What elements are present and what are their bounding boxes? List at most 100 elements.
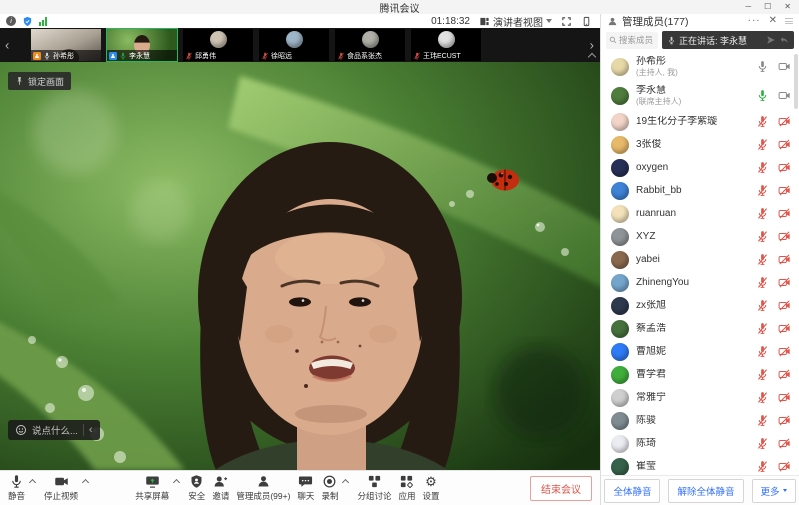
member-camera-status-icon[interactable] [778,161,791,174]
apps-button[interactable]: 应用 [398,474,415,502]
member-camera-status-icon[interactable] [778,207,791,220]
mute-all-button[interactable]: 全体静音 [604,479,660,503]
member-camera-status-icon[interactable] [778,299,791,312]
member-camera-status-icon[interactable] [778,437,791,450]
member-camera-status-icon[interactable] [778,322,791,335]
scrollbar-thumb[interactable] [794,54,798,109]
member-mic-status-icon[interactable] [756,161,769,174]
stop-video-button[interactable]: 停止视频 [44,474,78,502]
invite-button[interactable]: 邀请 [212,474,229,502]
maximize-icon[interactable]: ☐ [764,3,771,11]
member-mic-status-icon[interactable] [756,89,769,102]
participant-thumbnail[interactable]: 食品系张杰 [335,29,405,61]
settings-button[interactable]: ⚙ 设置 [422,474,439,502]
participant-thumbnail[interactable]: 邱勇伟 [183,29,253,61]
view-mode-selector[interactable]: 演讲者视图 [479,14,552,29]
caption-collapse-icon[interactable]: ‹ [89,425,93,436]
member-camera-status-icon[interactable] [778,184,791,197]
security-button[interactable]: 安全 [188,474,205,502]
panel-close-icon[interactable]: ✕ [769,16,777,26]
member-camera-status-icon[interactable] [778,345,791,358]
mute-button[interactable]: 静音 [8,474,25,502]
member-row[interactable]: oxygen [601,156,799,179]
device-switch-icon[interactable] [581,16,592,27]
meeting-info-icon[interactable]: i [6,16,16,26]
caption-input[interactable]: 说点什么... ‹ [8,420,100,440]
strip-collapse-icon[interactable] [588,53,596,61]
video-options-chevron[interactable] [82,479,89,486]
member-mic-status-icon[interactable] [756,138,769,151]
member-row[interactable]: zx张旭 [601,294,799,317]
share-screen-button[interactable]: 共享屏幕 [135,474,169,502]
member-row[interactable]: Rabbit_bb [601,179,799,202]
member-mic-status-icon[interactable] [756,460,769,473]
main-video-stage[interactable]: 锁定画面 说点什么... ‹ [0,62,600,470]
member-mic-status-icon[interactable] [756,299,769,312]
member-mic-status-icon[interactable] [756,60,769,73]
panel-menu-icon[interactable] [785,18,793,24]
record-button[interactable]: 录制 [321,474,338,502]
strip-next-icon[interactable]: › [590,39,594,52]
hand-raise-icon[interactable] [766,35,776,45]
member-row[interactable]: yabei [601,248,799,271]
member-row[interactable]: 3张俊 [601,133,799,156]
chat-button[interactable]: 聊天 [297,474,314,502]
pin-view-button[interactable]: 锁定画面 [8,72,71,90]
member-mic-status-icon[interactable] [756,322,769,335]
member-camera-status-icon[interactable] [778,414,791,427]
member-row[interactable]: 蔡孟浩 [601,317,799,340]
participant-thumbnail[interactable]: 李永慧 [107,29,177,61]
share-options-chevron[interactable] [173,479,180,486]
member-camera-status-icon[interactable] [778,230,791,243]
member-row[interactable]: 陈琦 [601,432,799,455]
member-camera-status-icon[interactable] [778,89,791,102]
member-row[interactable]: 曹旭妮 [601,340,799,363]
unmute-all-button[interactable]: 解除全体静音 [668,479,743,503]
member-row[interactable]: 曹学君 [601,363,799,386]
fullscreen-icon[interactable] [561,16,572,27]
member-mic-status-icon[interactable] [756,345,769,358]
member-camera-status-icon[interactable] [778,460,791,473]
member-mic-status-icon[interactable] [756,437,769,450]
mic-options-chevron[interactable] [29,479,36,486]
window-close-icon[interactable]: ✕ [784,3,791,11]
member-mic-status-icon[interactable] [756,276,769,289]
member-camera-status-icon[interactable] [778,276,791,289]
minimize-icon[interactable]: ─ [745,3,751,11]
member-camera-status-icon[interactable] [778,138,791,151]
participant-thumbnail[interactable]: 孙希彤 [31,29,101,61]
search-members-input[interactable]: 搜索成员 [606,32,658,49]
strip-prev-icon[interactable]: ‹ [5,39,9,52]
member-mic-status-icon[interactable] [756,230,769,243]
member-mic-status-icon[interactable] [756,391,769,404]
member-row[interactable]: ruanruan [601,202,799,225]
member-mic-status-icon[interactable] [756,115,769,128]
member-mic-status-icon[interactable] [756,414,769,427]
member-camera-status-icon[interactable] [778,60,791,73]
member-camera-status-icon[interactable] [778,391,791,404]
meeting-security-shield-icon[interactable] [22,16,33,27]
member-row[interactable]: 崔莹 [601,455,799,475]
member-camera-status-icon[interactable] [778,368,791,381]
member-mic-status-icon[interactable] [756,184,769,197]
member-mic-status-icon[interactable] [756,207,769,220]
manage-members-button[interactable]: 管理成员(99+) [236,474,290,502]
member-row[interactable]: XYZ [601,225,799,248]
member-mic-status-icon[interactable] [756,368,769,381]
participant-thumbnail[interactable]: 徐昭远 [259,29,329,61]
record-options-chevron[interactable] [342,479,349,486]
member-camera-status-icon[interactable] [778,115,791,128]
participant-thumbnail[interactable]: 王玮ECUST [411,29,481,61]
member-row[interactable]: 陈骏 [601,409,799,432]
emoji-icon[interactable] [15,424,27,436]
breakout-rooms-button[interactable]: 分组讨论 [357,474,391,502]
panel-more-icon[interactable]: ··· [748,18,761,24]
member-row[interactable]: 19生化分子李紫璇 [601,110,799,133]
member-camera-status-icon[interactable] [778,253,791,266]
end-meeting-button[interactable]: 结束会议 [530,476,592,501]
member-row[interactable]: 常雅宁 [601,386,799,409]
member-row[interactable]: 孙希彤 (主持人, 我) [601,52,799,81]
member-mic-status-icon[interactable] [756,253,769,266]
reply-arrow-icon[interactable] [779,35,789,45]
member-row[interactable]: 李永慧 (联席主持人) [601,81,799,110]
